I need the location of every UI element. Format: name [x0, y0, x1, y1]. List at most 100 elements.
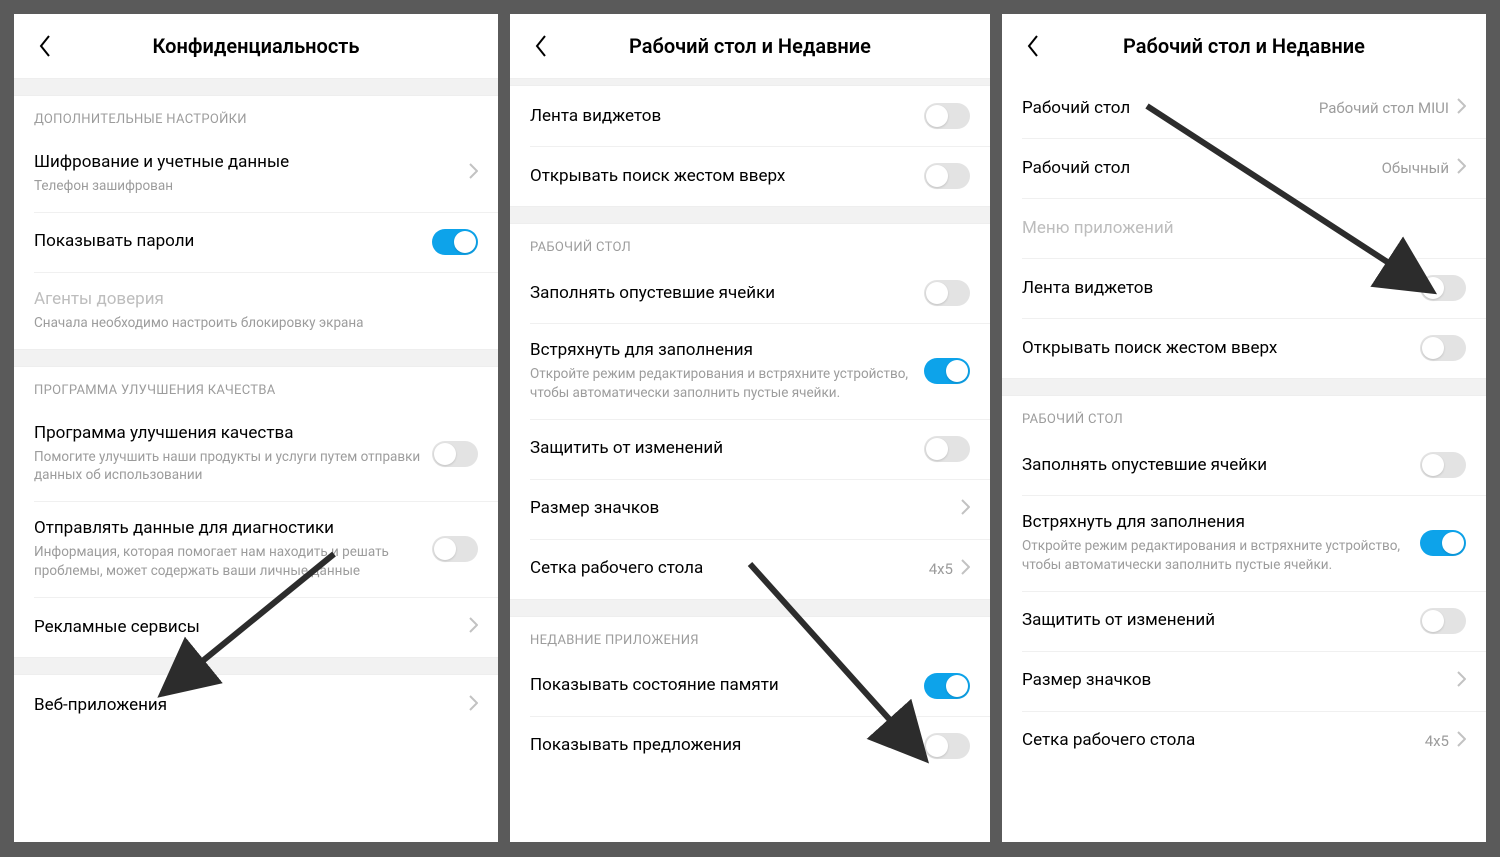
row-sub: Информация, которая помогает нам находит… [34, 543, 422, 581]
row-widget-feed[interactable]: Лента виджетов [510, 86, 990, 146]
row-search-gesture[interactable]: Открывать поиск жестом вверх [510, 146, 990, 206]
row-label: Заполнять опустевшие ячейки [1022, 454, 1410, 477]
page-title: Конфиденциальность [14, 34, 498, 58]
app-header: Рабочий стол и Недавние [510, 14, 990, 78]
row-label: Сетка рабочего стола [1022, 729, 1415, 752]
row-label: Показывать пароли [34, 230, 422, 253]
row-label: Агенты доверия [34, 288, 468, 311]
row-fill-cells[interactable]: Заполнять опустевшие ячейки [510, 263, 990, 323]
phone-screen-1: Конфиденциальность ДОПОЛНИТЕЛЬНЫЕ НАСТРО… [14, 14, 498, 842]
row-value: 4x5 [1425, 732, 1449, 750]
toggle-switch[interactable] [924, 103, 970, 129]
toggle-switch[interactable] [432, 441, 478, 467]
section-header: РАБОЧИЙ СТОЛ [510, 224, 990, 263]
row-sub: Помогите улучшить наши продукты и услуги… [34, 448, 422, 486]
row-trust-agents: Агенты доверия Сначала необходимо настро… [14, 272, 498, 349]
chevron-right-icon [1457, 158, 1466, 178]
row-value: Рабочий стол MIUI [1319, 99, 1449, 117]
row-label: Размер значков [1022, 669, 1447, 692]
row-show-memory[interactable]: Показывать состояние памяти [510, 656, 990, 716]
section-header: РАБОЧИЙ СТОЛ [1002, 396, 1486, 435]
row-label: Отправлять данные для диагностики [34, 517, 422, 540]
toggle-switch[interactable] [432, 229, 478, 255]
toggle-switch[interactable] [924, 436, 970, 462]
app-header: Рабочий стол и Недавние [1002, 14, 1486, 78]
toggle-switch[interactable] [924, 358, 970, 384]
toggle-switch[interactable] [924, 733, 970, 759]
row-label: Показывать предложения [530, 734, 914, 757]
toggle-switch[interactable] [432, 536, 478, 562]
row-label: Показывать состояние памяти [530, 674, 914, 697]
row-web-apps[interactable]: Веб-приложения [14, 675, 498, 735]
phone-screen-2: Рабочий стол и Недавние Лента виджетов О… [510, 14, 990, 842]
row-value: 4x5 [929, 560, 953, 578]
row-icon-size[interactable]: Размер значков [510, 479, 990, 539]
row-label: Встряхнуть для заполнения [1022, 511, 1410, 534]
row-sub: Откройте режим редактирования и встряхни… [1022, 537, 1410, 575]
toggle-switch[interactable] [924, 280, 970, 306]
row-label: Лента виджетов [1022, 277, 1410, 300]
section-header: ПРОГРАММА УЛУЧШЕНИЯ КАЧЕСТВА [14, 367, 498, 406]
chevron-right-icon [469, 617, 478, 637]
row-desktop-launcher[interactable]: Рабочий стол Рабочий стол MIUI [1002, 78, 1486, 138]
row-label: Рекламные сервисы [34, 616, 459, 639]
row-label: Открывать поиск жестом вверх [1022, 337, 1410, 360]
row-label: Открывать поиск жестом вверх [530, 165, 914, 188]
row-label: Веб-приложения [34, 694, 459, 717]
page-title: Рабочий стол и Недавние [1002, 34, 1486, 58]
row-label: Шифрование и учетные данные [34, 151, 459, 174]
row-protect-changes[interactable]: Защитить от изменений [510, 419, 990, 479]
settings-list: Рабочий стол Рабочий стол MIUI Рабочий с… [1002, 78, 1486, 842]
row-show-passwords[interactable]: Показывать пароли [14, 212, 498, 272]
row-grid[interactable]: Сетка рабочего стола 4x5 [1002, 711, 1486, 771]
row-sub: Откройте режим редактирования и встряхни… [530, 365, 914, 403]
toggle-switch[interactable] [1420, 452, 1466, 478]
row-icon-size[interactable]: Размер значков [1002, 651, 1486, 711]
row-label: Программа улучшения качества [34, 422, 422, 445]
toggle-switch[interactable] [924, 673, 970, 699]
row-encryption[interactable]: Шифрование и учетные данные Телефон заши… [14, 135, 498, 212]
row-sub: Сначала необходимо настроить блокировку … [34, 314, 468, 333]
row-widget-feed[interactable]: Лента виджетов [1002, 258, 1486, 318]
section-header: ДОПОЛНИТЕЛЬНЫЕ НАСТРОЙКИ [14, 96, 498, 135]
toggle-switch[interactable] [1420, 608, 1466, 634]
row-fill-cells[interactable]: Заполнять опустевшие ячейки [1002, 435, 1486, 495]
row-shake-fill[interactable]: Встряхнуть для заполнения Откройте режим… [510, 323, 990, 419]
row-search-gesture[interactable]: Открывать поиск жестом вверх [1002, 318, 1486, 378]
row-label: Рабочий стол [1022, 157, 1372, 180]
chevron-right-icon [1457, 98, 1466, 118]
row-grid[interactable]: Сетка рабочего стола 4x5 [510, 539, 990, 599]
row-shake-fill[interactable]: Встряхнуть для заполнения Откройте режим… [1002, 495, 1486, 591]
row-label: Размер значков [530, 497, 951, 520]
row-desktop-mode[interactable]: Рабочий стол Обычный [1002, 138, 1486, 198]
row-label: Защитить от изменений [530, 437, 914, 460]
back-button[interactable] [526, 31, 556, 61]
page-title: Рабочий стол и Недавние [510, 34, 990, 58]
toggle-switch[interactable] [924, 163, 970, 189]
chevron-right-icon [1457, 671, 1466, 691]
back-button[interactable] [30, 31, 60, 61]
toggle-switch[interactable] [1420, 275, 1466, 301]
row-ad-services[interactable]: Рекламные сервисы [14, 597, 498, 657]
row-label: Защитить от изменений [1022, 609, 1410, 632]
row-sub: Телефон зашифрован [34, 177, 459, 196]
chevron-right-icon [961, 559, 970, 579]
row-diagnostics[interactable]: Отправлять данные для диагностики Информ… [14, 501, 498, 597]
row-label: Лента виджетов [530, 105, 914, 128]
back-button[interactable] [1018, 31, 1048, 61]
app-header: Конфиденциальность [14, 14, 498, 78]
row-label: Заполнять опустевшие ячейки [530, 282, 914, 305]
row-label: Встряхнуть для заполнения [530, 339, 914, 362]
row-protect-changes[interactable]: Защитить от изменений [1002, 591, 1486, 651]
row-show-suggestions[interactable]: Показывать предложения [510, 716, 990, 776]
chevron-right-icon [469, 695, 478, 715]
toggle-switch[interactable] [1420, 530, 1466, 556]
row-label: Сетка рабочего стола [530, 557, 919, 580]
phone-screen-3: Рабочий стол и Недавние Рабочий стол Раб… [1002, 14, 1486, 842]
toggle-switch[interactable] [1420, 335, 1466, 361]
chevron-right-icon [469, 163, 478, 183]
row-value: Обычный [1382, 159, 1449, 177]
settings-list: ДОПОЛНИТЕЛЬНЫЕ НАСТРОЙКИ Шифрование и уч… [14, 78, 498, 842]
row-quality-program[interactable]: Программа улучшения качества Помогите ул… [14, 406, 498, 502]
section-header: НЕДАВНИЕ ПРИЛОЖЕНИЯ [510, 617, 990, 656]
